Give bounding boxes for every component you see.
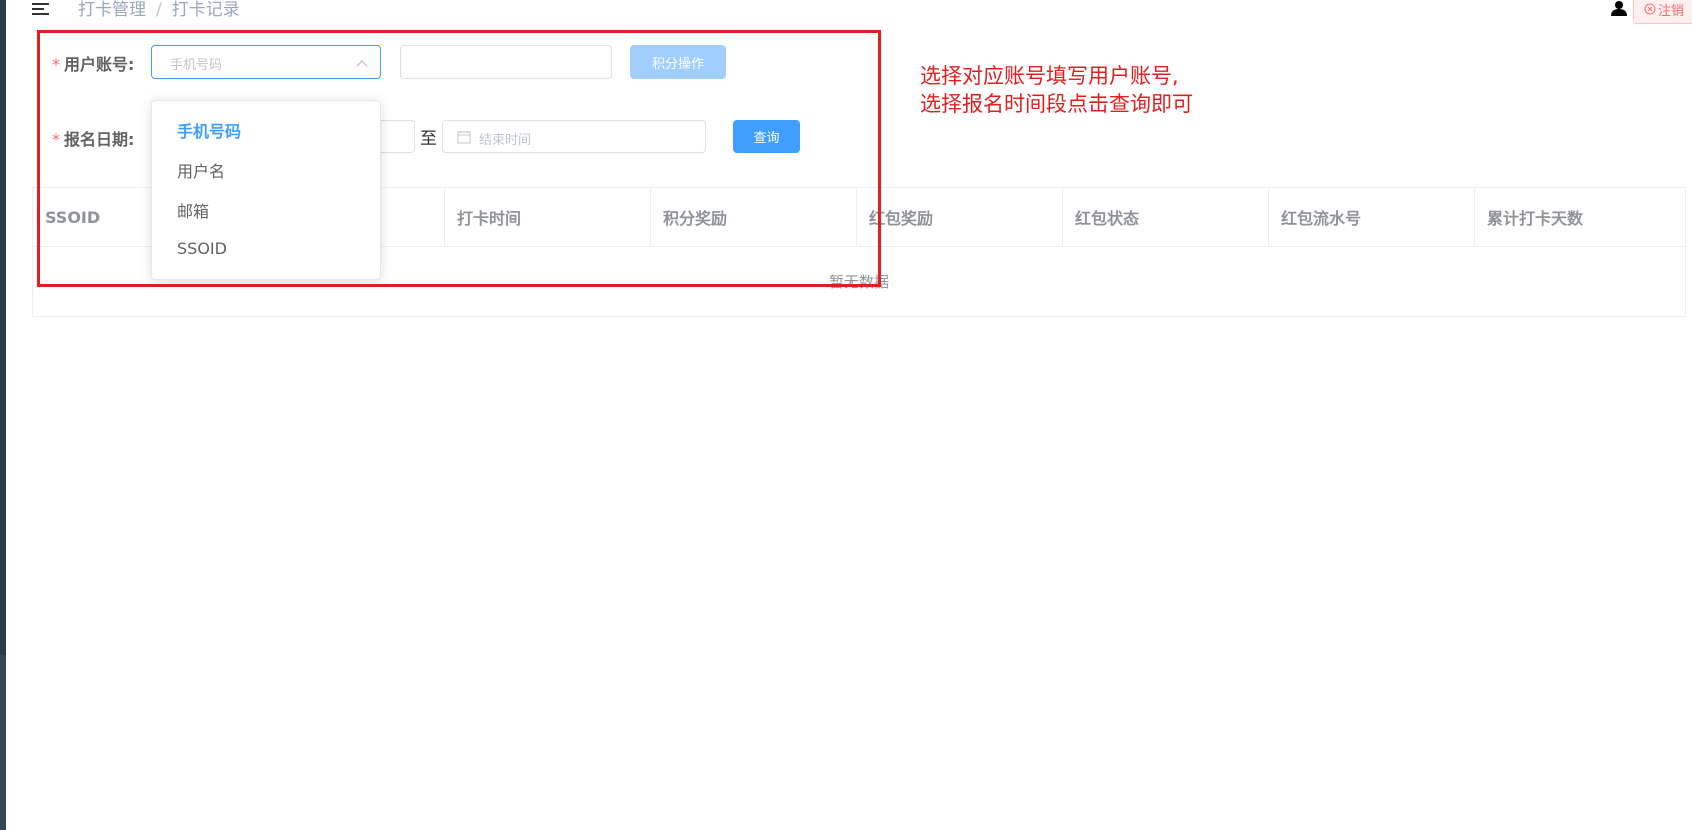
close-circle-icon (1644, 3, 1656, 15)
breadcrumb: 打卡管理 / 打卡记录 (78, 0, 240, 20)
menu-line (32, 3, 49, 5)
logout-label: 注销 (1657, 3, 1684, 19)
annotation-text: 选择对应账号填写用户账号, 选择报名时间段点击查询即可 (920, 62, 1193, 118)
top-navbar: 打卡管理 / 打卡记录 注销 (6, 0, 1692, 24)
logout-button[interactable]: 注销 (1633, 0, 1692, 24)
menu-line (32, 8, 44, 10)
column-header-redpacket-status: 红包状态 (1063, 188, 1269, 246)
annotation-line-1: 选择对应账号填写用户账号, (920, 64, 1179, 88)
breadcrumb-separator: / (156, 0, 162, 20)
menu-toggle-icon[interactable] (32, 0, 52, 20)
sidebar-edge-shade (0, 655, 6, 830)
menu-line (32, 13, 49, 15)
sidebar-edge (0, 0, 6, 830)
user-icon[interactable] (1610, 0, 1628, 16)
column-header-redpacket-reward: 红包奖励 (857, 188, 1063, 246)
annotation-line-2: 选择报名时间段点击查询即可 (920, 92, 1193, 116)
column-header-total-checkin-days: 累计打卡天数 (1487, 209, 1584, 228)
breadcrumb-item-checkin-management[interactable]: 打卡管理 (78, 0, 146, 20)
breadcrumb-item-checkin-records: 打卡记录 (171, 0, 240, 20)
annotation-highlight-box (37, 30, 881, 287)
column-header-redpacket-serial: 红包流水号 (1269, 188, 1475, 246)
